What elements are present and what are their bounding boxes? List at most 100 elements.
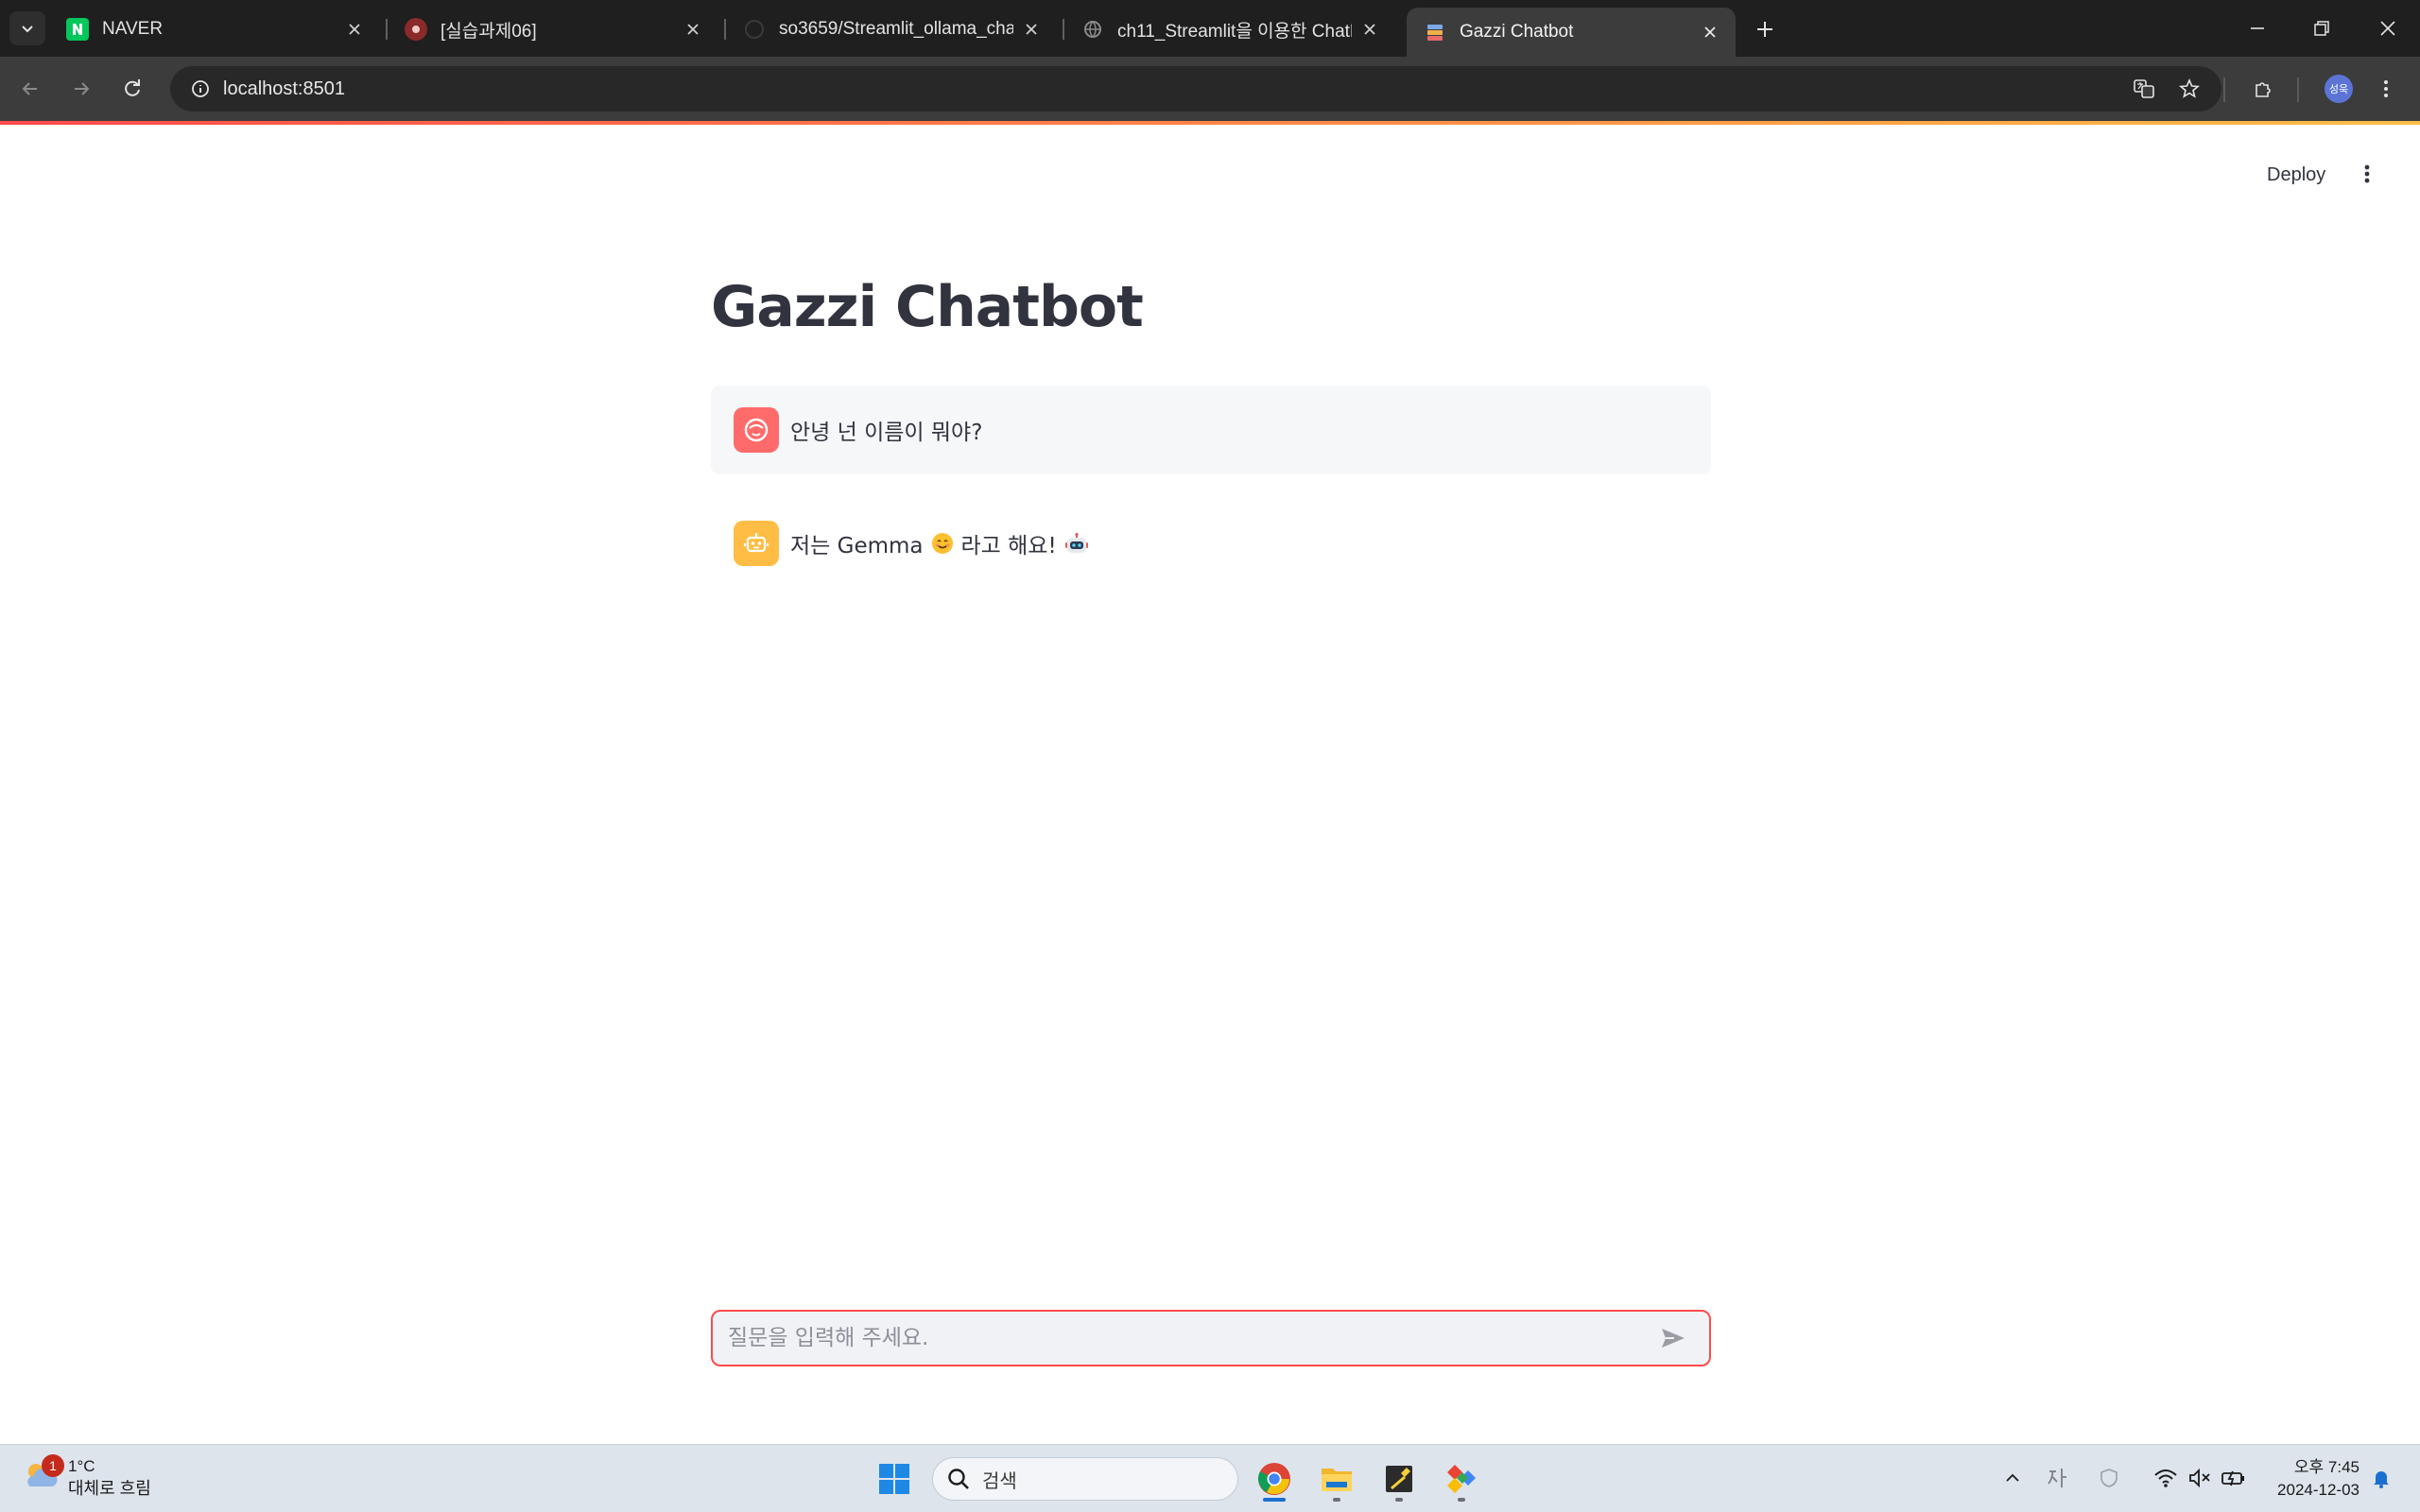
- address-bar[interactable]: localhost:8501: [170, 66, 2221, 112]
- close-icon[interactable]: [344, 19, 365, 40]
- battery-button[interactable]: [2218, 1462, 2250, 1494]
- send-icon: [1662, 1329, 1685, 1348]
- tab-assignment[interactable]: [실습과제06]: [388, 8, 718, 51]
- sticky-notes-app[interactable]: [1374, 1454, 1424, 1503]
- message-text-part: 라고 해요!: [960, 534, 1057, 558]
- chat-input[interactable]: [728, 1326, 1652, 1350]
- tab-title: Gazzi Chatbot: [1460, 22, 1574, 42]
- shield-icon: [2100, 1469, 2118, 1487]
- tab-ch11[interactable]: ch11_Streamlit을 이용한 ChatB: [1064, 8, 1395, 51]
- streamlit-header-decoration: [0, 121, 2420, 125]
- translate-icon: [2134, 79, 2154, 98]
- puzzle-icon: [2256, 82, 2271, 97]
- browser-tab-strip: NAVER [실습과제06] so3659/Streamlit_ollama_c…: [0, 0, 2420, 57]
- close-icon[interactable]: [683, 19, 703, 40]
- github-icon: [743, 18, 766, 41]
- notifications-button[interactable]: [2365, 1462, 2397, 1494]
- tab-title: so3659/Streamlit_ollama_chatb: [779, 19, 1013, 39]
- taskbar-search[interactable]: 검색: [932, 1457, 1238, 1501]
- diamond-app-icon: [1447, 1465, 1476, 1493]
- arrow-left-icon: [22, 82, 37, 95]
- plus-icon: [1757, 22, 1772, 37]
- browser-menu-button[interactable]: [2367, 70, 2405, 108]
- tab-naver[interactable]: NAVER: [49, 8, 380, 51]
- chat-message-text: 안녕 넌 이름이 뭐야?: [790, 421, 983, 445]
- show-hidden-icons-button[interactable]: [1996, 1462, 2029, 1494]
- gemini-app[interactable]: [1437, 1454, 1486, 1503]
- main-menu-button[interactable]: [2352, 155, 2382, 193]
- tab-title: [실습과제06]: [441, 21, 537, 42]
- weather-condition: 대체로 흐림: [68, 1478, 151, 1498]
- restore-icon: [2314, 21, 2329, 36]
- site-info-icon[interactable]: [178, 66, 223, 112]
- active-indicator: [1263, 1498, 1286, 1502]
- tab-title: NAVER: [102, 19, 164, 39]
- bookmark-button[interactable]: [2170, 70, 2208, 108]
- chat-message-user: 안녕 넌 이름이 뭐야?: [711, 386, 1711, 474]
- bell-icon: [2374, 1471, 2389, 1488]
- windows-icon: [879, 1464, 909, 1494]
- tab-search-button[interactable]: [9, 11, 45, 45]
- arrow-right-icon: [75, 82, 90, 95]
- extensions-button[interactable]: [2244, 70, 2282, 108]
- running-indicator: [1333, 1498, 1340, 1502]
- back-button[interactable]: [11, 70, 49, 108]
- close-window-button[interactable]: [2369, 9, 2407, 47]
- security-tray-button[interactable]: [2093, 1462, 2125, 1494]
- new-tab-button[interactable]: [1749, 13, 1781, 45]
- running-indicator: [1395, 1498, 1403, 1502]
- system-clock[interactable]: 오후 7:45 2024-12-03: [2269, 1456, 2360, 1502]
- restore-button[interactable]: [2303, 9, 2341, 47]
- close-icon[interactable]: [1700, 22, 1720, 43]
- globe-icon: [1081, 18, 1104, 41]
- url-text: localhost:8501: [223, 77, 345, 99]
- volume-button[interactable]: [2184, 1462, 2216, 1494]
- reload-button[interactable]: [113, 70, 151, 108]
- start-button[interactable]: [870, 1454, 919, 1503]
- close-icon[interactable]: [1021, 19, 1042, 40]
- main-content: Gazzi Chatbot 안녕 넌 이름이 뭐야? 저는 Gemma 라고 해…: [711, 274, 1711, 566]
- wifi-button[interactable]: [2150, 1462, 2182, 1494]
- chat-input-container: [711, 1310, 1711, 1366]
- robot-face-icon: [1064, 532, 1088, 555]
- minimize-button[interactable]: [2238, 9, 2276, 47]
- forward-button[interactable]: [62, 70, 100, 108]
- search-icon: [948, 1469, 969, 1489]
- running-indicator: [1458, 1498, 1465, 1502]
- reload-icon: [125, 79, 140, 96]
- toolbar-divider: [2297, 77, 2299, 102]
- folder-icon: [1322, 1469, 1352, 1491]
- chevron-down-icon: [22, 26, 33, 33]
- naver-icon: [66, 18, 89, 41]
- site-icon: [405, 18, 427, 41]
- battery-charging-icon: [2221, 1470, 2244, 1486]
- message-text-part: 저는 Gemma: [790, 534, 924, 558]
- tab-github[interactable]: so3659/Streamlit_ollama_chatb: [726, 8, 1057, 51]
- tab-gazzi-chatbot[interactable]: Gazzi Chatbot: [1407, 8, 1736, 57]
- chat-message-text: 저는 Gemma 라고 해요!: [790, 527, 1088, 559]
- send-button[interactable]: [1652, 1317, 1694, 1359]
- star-icon: [2178, 77, 2201, 98]
- speaker-muted-icon: [2189, 1468, 2210, 1488]
- taskbar: 1 1°C 대체로 흐림 검색 오후 7:45 2024-12-03: [0, 1444, 2420, 1512]
- minimize-icon: [2251, 27, 2264, 29]
- deploy-button[interactable]: Deploy: [2254, 157, 2339, 193]
- weather-widget[interactable]: 1 1°C 대체로 흐림: [21, 1454, 151, 1501]
- chrome-app[interactable]: [1250, 1454, 1299, 1503]
- clock-date: 2024-12-03: [2277, 1481, 2360, 1499]
- smiling-face-icon: [931, 532, 954, 555]
- books-icon: [1424, 21, 1446, 43]
- translate-button[interactable]: [2125, 70, 2163, 108]
- close-icon[interactable]: [1359, 19, 1380, 40]
- clock-time: 오후 7:45: [2293, 1458, 2360, 1476]
- input-method-indicator[interactable]: [2042, 1462, 2074, 1494]
- user-avatar-icon: [734, 407, 779, 453]
- notification-badge: 1: [42, 1454, 64, 1477]
- ime-icon: [2048, 1469, 2066, 1487]
- more-vert-icon: [2364, 164, 2370, 183]
- tab-title: ch11_Streamlit을 이용한 ChatB: [1117, 21, 1352, 42]
- page-title: Gazzi Chatbot: [711, 274, 1144, 340]
- profile-avatar[interactable]: 성욱: [2325, 75, 2353, 103]
- file-explorer-app[interactable]: [1312, 1454, 1361, 1503]
- search-label: 검색: [982, 1470, 1017, 1492]
